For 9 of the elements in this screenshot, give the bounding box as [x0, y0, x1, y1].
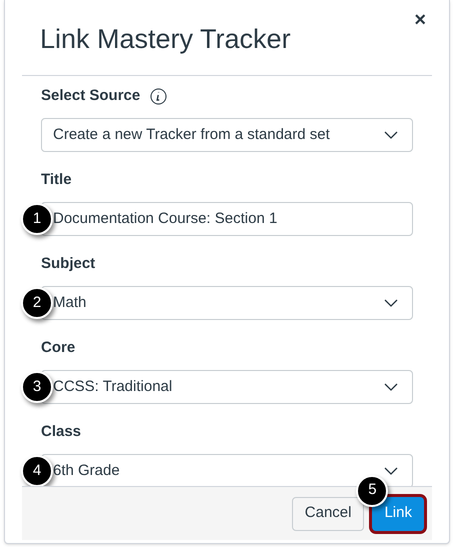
field-label: Title	[41, 170, 72, 190]
field-label: Core	[41, 338, 76, 358]
field-label: Class	[41, 422, 82, 442]
step-number-tooltip: 3	[21, 371, 53, 403]
step-number-tooltip: 2	[21, 287, 53, 319]
field-label: Select Source	[41, 86, 140, 106]
dialog-title: Link Mastery Tracker	[39, 23, 291, 56]
step-number-tooltip: 1	[21, 203, 53, 235]
field-label: Subject	[41, 254, 96, 274]
